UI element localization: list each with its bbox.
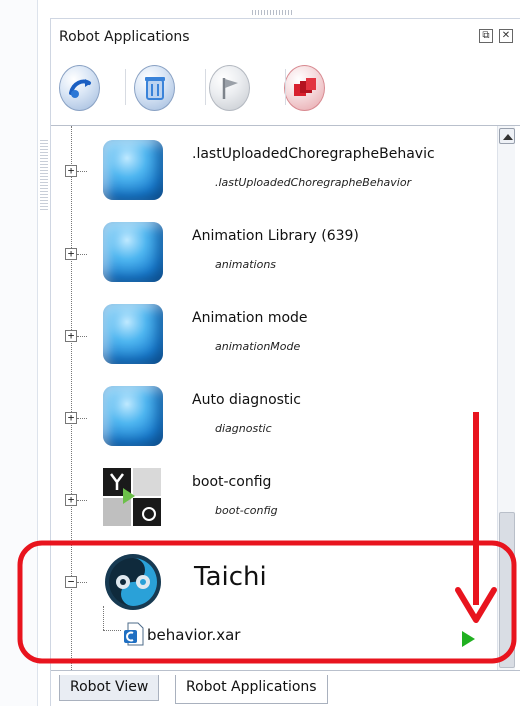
collapse-toggle[interactable]: − <box>65 576 77 588</box>
tree-connector <box>77 418 87 419</box>
cube-icon <box>103 386 163 446</box>
tree-connector <box>77 171 87 172</box>
panel-title: Robot Applications <box>59 29 190 45</box>
expand-toggle[interactable]: + <box>65 494 77 506</box>
tree-guide-line <box>71 126 72 670</box>
cube-icon <box>103 222 163 282</box>
stop-all-icon <box>293 78 316 96</box>
resize-grip-top[interactable] <box>252 10 292 15</box>
tree-connector <box>77 254 87 255</box>
boot-config-icon <box>103 468 163 528</box>
scroll-up-button[interactable] <box>499 128 515 144</box>
expand-toggle[interactable]: + <box>65 165 77 177</box>
scrollbar-thumb[interactable] <box>499 512 515 668</box>
app-name: Taichi <box>194 562 267 592</box>
app-id: animations <box>215 258 277 271</box>
app-id: boot-config <box>215 504 278 517</box>
play-icon[interactable] <box>462 631 475 647</box>
expand-toggle[interactable]: + <box>65 330 77 342</box>
tab-robot-view[interactable]: Robot View <box>59 675 160 701</box>
behavior-file-icon <box>123 622 145 646</box>
app-id: animationMode <box>215 340 301 353</box>
set-default-button[interactable] <box>209 65 250 111</box>
expand-toggle[interactable]: + <box>65 248 77 260</box>
tree-connector <box>77 582 87 583</box>
tree-connector <box>77 500 87 501</box>
tree-connector <box>77 336 87 337</box>
tab-robot-applications[interactable]: Robot Applications <box>175 675 328 704</box>
app-name: .lastUploadedChoregrapheBehavic <box>192 146 435 162</box>
cube-icon <box>103 304 163 364</box>
app-name: Auto diagnostic <box>192 392 302 408</box>
resize-grip-left[interactable] <box>40 140 48 210</box>
toolbar-separator <box>125 69 126 105</box>
left-workspace-strip <box>0 0 38 706</box>
app-id: diagnostic <box>215 422 272 435</box>
close-icon[interactable]: ✕ <box>499 29 513 43</box>
delete-button[interactable] <box>134 65 175 111</box>
delete-icon <box>144 77 165 100</box>
vertical-scrollbar[interactable] <box>497 126 515 670</box>
applications-tree: + .lastUploadedChoregrapheBehavic .lastU… <box>51 125 520 671</box>
app-name: Animation Library (639) <box>192 228 359 244</box>
set-default-flag-icon <box>222 78 238 99</box>
upload-behavior-icon <box>68 79 91 98</box>
file-name: behavior.xar <box>147 626 241 644</box>
toolbar <box>59 65 359 111</box>
taichi-icon <box>103 552 163 612</box>
cube-icon <box>103 140 163 200</box>
robot-applications-panel: Robot Applications ⧉ ✕ + .lastUploadedCh… <box>50 18 520 706</box>
stop-all-button[interactable] <box>284 65 325 111</box>
upload-behavior-button[interactable] <box>59 65 100 111</box>
app-id: .lastUploadedChoregrapheBehavior <box>215 176 412 189</box>
toolbar-separator <box>205 69 206 105</box>
app-name: boot-config <box>192 474 272 490</box>
expand-toggle[interactable]: + <box>65 412 77 424</box>
app-name: Animation mode <box>192 310 308 326</box>
tree-connector <box>103 606 104 630</box>
bottom-tabs: Robot View Robot Applications <box>59 675 520 705</box>
toolbar-separator <box>285 69 286 105</box>
tree-connector <box>103 630 121 631</box>
float-window-icon[interactable]: ⧉ <box>479 29 493 43</box>
